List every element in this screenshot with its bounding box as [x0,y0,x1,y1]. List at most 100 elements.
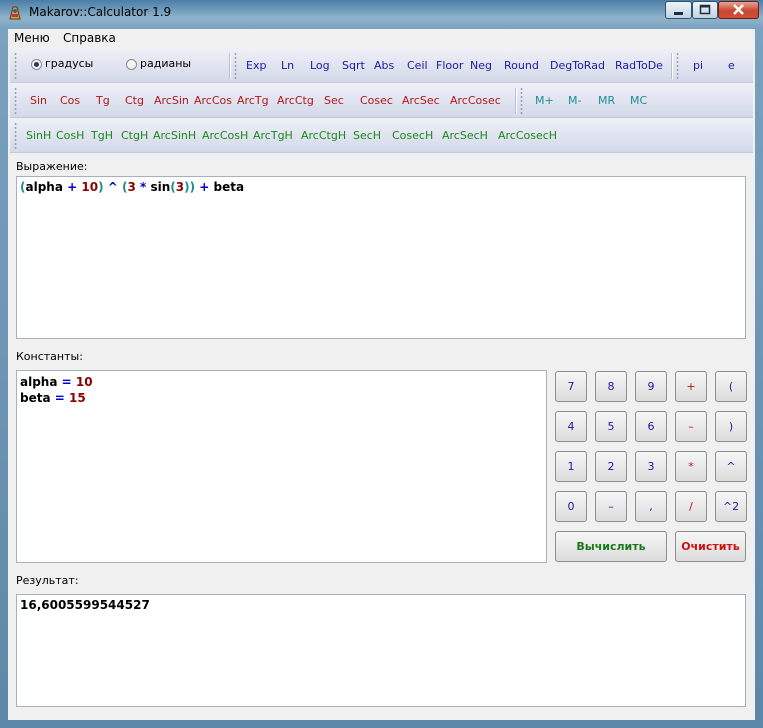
log-button[interactable]: Log [310,58,330,74]
arccosech-button[interactable]: ArcCosecH [498,128,557,144]
menu-item-help[interactable]: Справка [63,31,116,45]
expression-token: 10 [81,180,99,194]
keypad-key[interactable]: / [675,491,707,522]
keypad-key[interactable]: 9 [635,371,667,402]
arctgh-button[interactable]: ArcTgH [253,128,293,144]
expression-input[interactable]: (alpha + 10) ^ (3 * sin(3)) + beta [16,176,746,339]
keypad-key[interactable]: ) [715,411,747,442]
result-output[interactable]: 16,6005599544527 [16,594,746,707]
keypad-key[interactable]: ^ [715,451,747,482]
sin-button[interactable]: Sin [30,93,47,109]
constants-input[interactable]: alpha = 10 beta = 15 [16,370,547,563]
radians-radio[interactable] [126,59,137,70]
keypad: 7 8 9 +(4 5 6–) 1 2 3 * ^ 0–, / ^2 Вычислить Очистить [555,371,747,563]
maximize-icon [699,4,711,15]
arcsinh-button[interactable]: ArcSinH [153,128,196,144]
arcsec-button[interactable]: ArcSec [402,93,440,109]
keypad-key[interactable]: ^2 [715,491,747,522]
toolbar-grip[interactable] [14,122,17,149]
expression-token: sin [150,180,171,194]
toolbar-grip[interactable] [676,52,679,79]
arcctgh-button[interactable]: ArcCtgH [301,128,346,144]
arcctg-button[interactable]: ArcCtg [277,93,314,109]
window-title: Makarov::Calculator 1.9 [29,5,172,19]
tg-button[interactable]: Tg [96,93,110,109]
close-icon [733,4,744,15]
main-client-area: Меню Справка градусы радианы Exp Ln Log … [8,29,755,720]
toolbar-grip[interactable] [14,87,17,114]
rad-to-deg-button[interactable]: RadToDe [615,58,663,74]
toolbar-grip[interactable] [234,52,237,79]
ln-button[interactable]: Ln [281,58,294,74]
memory-recall-button[interactable]: MR [598,93,615,109]
keypad-key[interactable]: 3 [635,451,667,482]
keypad-key[interactable]: + [675,371,707,402]
minimize-button[interactable] [665,1,692,19]
cosech-button[interactable]: CosecH [392,128,433,144]
sech-button[interactable]: SecH [353,128,381,144]
abs-button[interactable]: Abs [374,58,394,74]
ctg-button[interactable]: Ctg [125,93,144,109]
deg-to-rad-button[interactable]: DegToRad [550,58,605,74]
clear-button[interactable]: Очистить [675,531,746,562]
tgh-button[interactable]: TgH [91,128,113,144]
keypad-key[interactable]: * [675,451,707,482]
ctgh-button[interactable]: CtgH [121,128,148,144]
arccos-button[interactable]: ArcCos [194,93,232,109]
memory-subtract-button[interactable]: M- [568,93,581,109]
ceil-button[interactable]: Ceil [407,58,428,74]
keypad-key[interactable]: 4 [555,411,587,442]
arcsech-button[interactable]: ArcSecH [442,128,488,144]
constant-line: beta = 15 [20,390,543,406]
memory-add-button[interactable]: M+ [535,93,554,109]
keypad-key[interactable]: , [635,491,667,522]
e-button[interactable]: e [728,58,735,74]
keypad-key[interactable]: 8 [595,371,627,402]
keypad-key[interactable]: ( [715,371,747,402]
keypad-key[interactable]: 2 [595,451,627,482]
arcsin-button[interactable]: ArcSin [154,93,189,109]
keypad-key[interactable]: – [675,411,707,442]
memory-clear-button[interactable]: MC [630,93,647,109]
menu-bar: Меню Справка [8,29,755,47]
maximize-button[interactable] [692,1,718,19]
result-label: Результат: [16,574,79,587]
neg-button[interactable]: Neg [470,58,492,74]
round-button[interactable]: Round [504,58,539,74]
arctg-button[interactable]: ArcTg [237,93,269,109]
menu-item-menu[interactable]: Меню [14,31,50,45]
title-bar[interactable]: Makarov::Calculator 1.9 [0,0,763,28]
sqrt-button[interactable]: Sqrt [342,58,365,74]
keypad-key[interactable]: – [595,491,627,522]
toolbar-separator [515,88,517,114]
keypad-key[interactable]: 1 [555,451,587,482]
degrees-label[interactable]: градусы [45,57,93,70]
toolbar-hyperbolic: SinH CosH TgH CtgH ArcSinH ArcCosH ArcTg… [10,119,753,153]
degrees-radio[interactable] [31,59,42,70]
arccosh-button[interactable]: ArcCosH [202,128,248,144]
cos-button[interactable]: Cos [60,93,80,109]
keypad-key[interactable]: 5 [595,411,627,442]
pi-button[interactable]: pi [693,58,703,74]
toolbar-separator [671,53,673,79]
calculate-button[interactable]: Вычислить [555,531,667,562]
keypad-key[interactable]: 6 [635,411,667,442]
sec-button[interactable]: Sec [324,93,344,109]
cosec-button[interactable]: Cosec [360,93,393,109]
toolbar-functions: градусы радианы Exp Ln Log Sqrt Abs Ceil… [10,49,753,83]
keypad-key[interactable]: 0 [555,491,587,522]
keypad-key[interactable]: 7 [555,371,587,402]
sinh-button[interactable]: SinH [26,128,51,144]
radians-label[interactable]: радианы [140,57,191,70]
window-frame: Makarov::Calculator 1.9 Меню Справка гра… [0,0,763,728]
toolbar-grip[interactable] [14,52,17,79]
constants-label: Константы: [16,350,83,363]
floor-button[interactable]: Floor [436,58,463,74]
close-button[interactable] [718,1,759,19]
arccosec-button[interactable]: ArcCosec [450,93,501,109]
exp-button[interactable]: Exp [246,58,266,74]
constant-line: alpha = 10 [20,374,543,390]
toolbar-grip[interactable] [520,87,523,114]
cosh-button[interactable]: CosH [56,128,84,144]
result-value: 16,6005599544527 [20,598,150,612]
